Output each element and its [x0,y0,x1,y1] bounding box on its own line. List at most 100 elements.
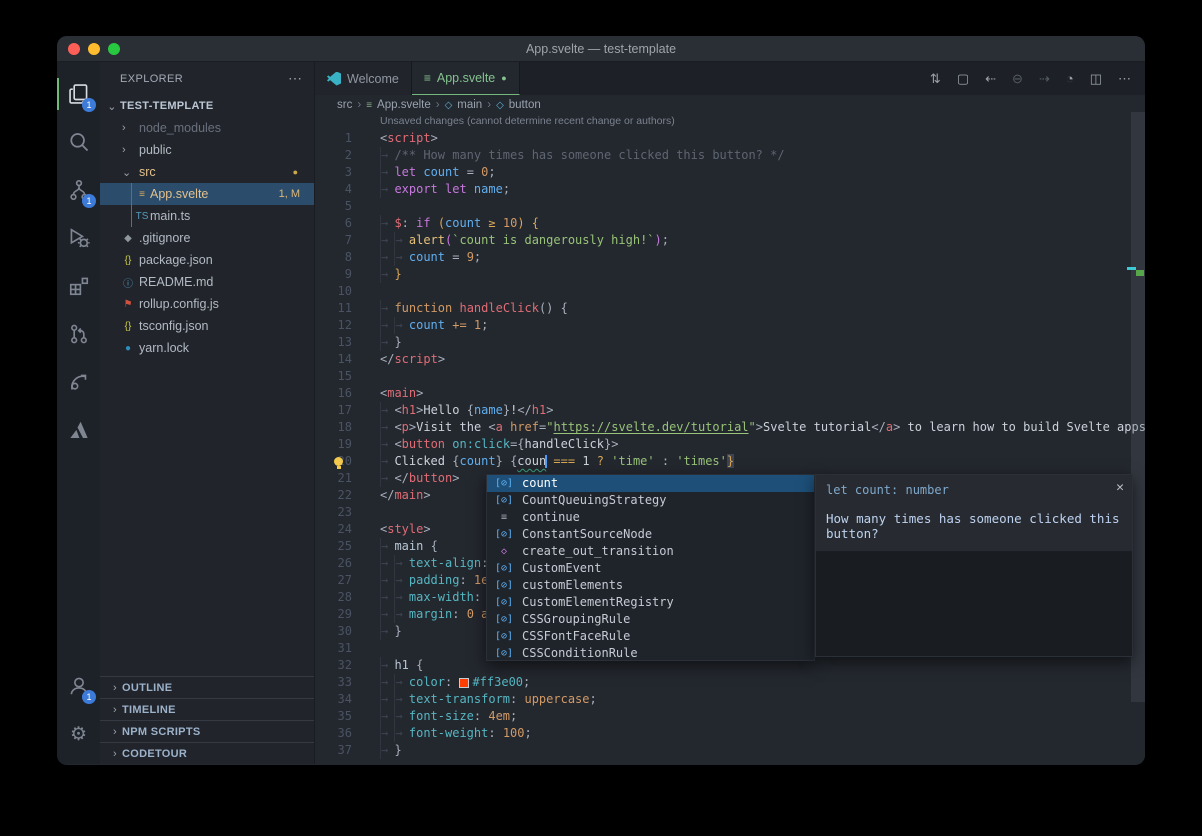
file-row-yarn-lock[interactable]: ●yarn.lock [100,337,314,359]
code-line-10[interactable]: 10 [315,283,1145,300]
activity-run-debug[interactable] [57,214,100,262]
file-row-public[interactable]: ›public [100,139,314,161]
editor-scrollbar[interactable] [1131,112,1145,702]
code-editor[interactable]: Unsaved changes (cannot determine recent… [315,115,1145,764]
code-line-13[interactable]: 13→} [315,334,1145,351]
lightbulb-icon[interactable] [334,457,343,466]
symbol-variable-icon: [⊘] [491,611,517,628]
line-content: →function handleClick() { [352,300,568,317]
chevron-right-icon: › [108,748,122,760]
file-row-package-json[interactable]: {}package.json [100,249,314,271]
activity-accounts[interactable]: 1 [57,662,100,710]
code-line-19[interactable]: 19→<button on:click={handleClick}> [315,436,1145,453]
activity-explorer[interactable]: 1 [57,70,100,118]
code-token: } [496,454,503,468]
suggestion-cssconditionrule[interactable]: [⊘]CSSConditionRule [487,645,814,661]
code-token: } [394,267,401,281]
close-window-button[interactable] [68,43,80,55]
code-line-18[interactable]: 18→<p>Visit the <a href="https://svelte.… [315,419,1145,436]
tab-app-svelte[interactable]: ≡ App.svelte ● [412,62,520,95]
file-row-tsconfig-json[interactable]: {}tsconfig.json [100,315,314,337]
code-token: ) [517,216,524,230]
workspace-root-row[interactable]: ⌄ TEST-TEMPLATE [100,95,314,117]
code-line-35[interactable]: 35→→font-size: 4em; [315,708,1145,725]
file-row--gitignore[interactable]: ◆.gitignore [100,227,314,249]
code-line-5[interactable]: 5 [315,198,1145,215]
suggestion-cssfontfacerule[interactable]: [⊘]CSSFontFaceRule [487,628,814,645]
activity-search[interactable] [57,118,100,166]
activity-extensions[interactable] [57,262,100,310]
file-row-rollup-config-js[interactable]: ⚑rollup.config.js [100,293,314,315]
more-actions-icon[interactable]: ⋯ [1118,71,1131,87]
breadcrumb-item-src[interactable]: src [337,99,352,111]
code-token: let [394,165,416,179]
breadcrumb-item-app-svelte[interactable]: App.svelte [377,99,431,111]
tab-welcome[interactable]: Welcome [315,62,412,95]
split-editor-icon[interactable]: ◫ [1090,71,1102,87]
suggestion-customelementregistry[interactable]: [⊘]CustomElementRegistry [487,594,814,611]
section-npm-scripts[interactable]: ›NPM SCRIPTS [100,720,314,742]
section-outline[interactable]: ›OUTLINE [100,676,314,698]
suggestion-customevent[interactable]: [⊘]CustomEvent [487,560,814,577]
section-timeline[interactable]: ›TIMELINE [100,698,314,720]
timeline-icon[interactable]: ◔ [1066,71,1074,86]
code-line-14[interactable]: 14</script> [315,351,1145,368]
code-line-36[interactable]: 36→→font-weight: 100; [315,725,1145,742]
indent-guide: → [380,470,394,487]
activity-azure[interactable] [57,406,100,454]
suggestion-count[interactable]: [⊘]count [487,475,814,492]
codelens-unsaved-changes[interactable]: Unsaved changes (cannot determine recent… [315,115,1145,130]
code-token [467,182,474,196]
code-line-37[interactable]: 37→} [315,742,1145,759]
code-line-1[interactable]: 1<script> [315,130,1145,147]
code-line-33[interactable]: 33→→color: #ff3e00; [315,674,1145,691]
file-row-node-modules[interactable]: ›node_modules [100,117,314,139]
css-color-swatch[interactable] [459,678,469,688]
code-line-34[interactable]: 34→→text-transform: uppercase; [315,691,1145,708]
code-line-17[interactable]: 17→<h1>Hello {name}!</h1> [315,402,1145,419]
section-label: OUTLINE [122,682,172,694]
code-line-9[interactable]: 9→} [315,266,1145,283]
suggestion-countqueuingstrategy[interactable]: [⊘]CountQueuingStrategy [487,492,814,509]
code-line-3[interactable]: 3→let count = 0; [315,164,1145,181]
code-line-6[interactable]: 6→$: if (count ≥ 10) { [315,215,1145,232]
next-change-icon[interactable]: ⇢ [1039,71,1050,87]
code-token: ≥ [488,216,495,230]
minimize-window-button[interactable] [88,43,100,55]
code-line-7[interactable]: 7→→alert(`count is dangerously high!`); [315,232,1145,249]
breadcrumb-item-button[interactable]: button [509,99,541,111]
code-line-2[interactable]: 2→/** How many times has someone clicked… [315,147,1145,164]
activity-source-control[interactable]: 1 [57,166,100,214]
code-line-11[interactable]: 11→function handleClick() { [315,300,1145,317]
line-number: 31 [315,640,352,657]
section-codetour[interactable]: ›CODETOUR [100,742,314,764]
code-token: script [394,352,437,366]
open-changes-icon[interactable]: ▢ [957,71,969,87]
previous-change-icon[interactable]: ⊖ [1012,71,1023,87]
suggestion-cssgroupingrule[interactable]: [⊘]CSSGroupingRule [487,611,814,628]
code-line-20[interactable]: 20→Clicked {count} {coun === 1 ? 'time' … [315,453,1145,470]
go-back-icon[interactable]: ⇠ [985,71,996,87]
activity-settings[interactable]: ⚙ [57,710,100,758]
code-line-8[interactable]: 8→→count = 9; [315,249,1145,266]
explorer-more-actions-icon[interactable]: ⋯ [288,70,302,87]
unsaved-dot-icon[interactable]: ● [501,73,506,83]
zoom-window-button[interactable] [108,43,120,55]
activity-live-share[interactable] [57,358,100,406]
suggestion-create_out_transition[interactable]: ◇create_out_transition [487,543,814,560]
activity-github-pull-requests[interactable] [57,310,100,358]
breadcrumb-item-main[interactable]: main [457,99,482,111]
file-row-main-ts[interactable]: TSmain.ts [100,205,314,227]
suggestion-customelements[interactable]: [⊘]customElements [487,577,814,594]
file-row-src[interactable]: ⌄src● [100,161,314,183]
suggestion-constantsourcenode[interactable]: [⊘]ConstantSourceNode [487,526,814,543]
suggestion-continue[interactable]: ≡continue [487,509,814,526]
close-icon[interactable]: ✕ [1116,480,1124,495]
code-line-12[interactable]: 12→→count += 1; [315,317,1145,334]
code-line-4[interactable]: 4→export let name; [315,181,1145,198]
compare-changes-icon[interactable]: ⇅ [930,71,941,87]
code-line-15[interactable]: 15 [315,368,1145,385]
file-row-readme-md[interactable]: ⓘREADME.md [100,271,314,293]
code-line-16[interactable]: 16<main> [315,385,1145,402]
file-row-app-svelte[interactable]: ≡App.svelte1, M [100,183,314,205]
